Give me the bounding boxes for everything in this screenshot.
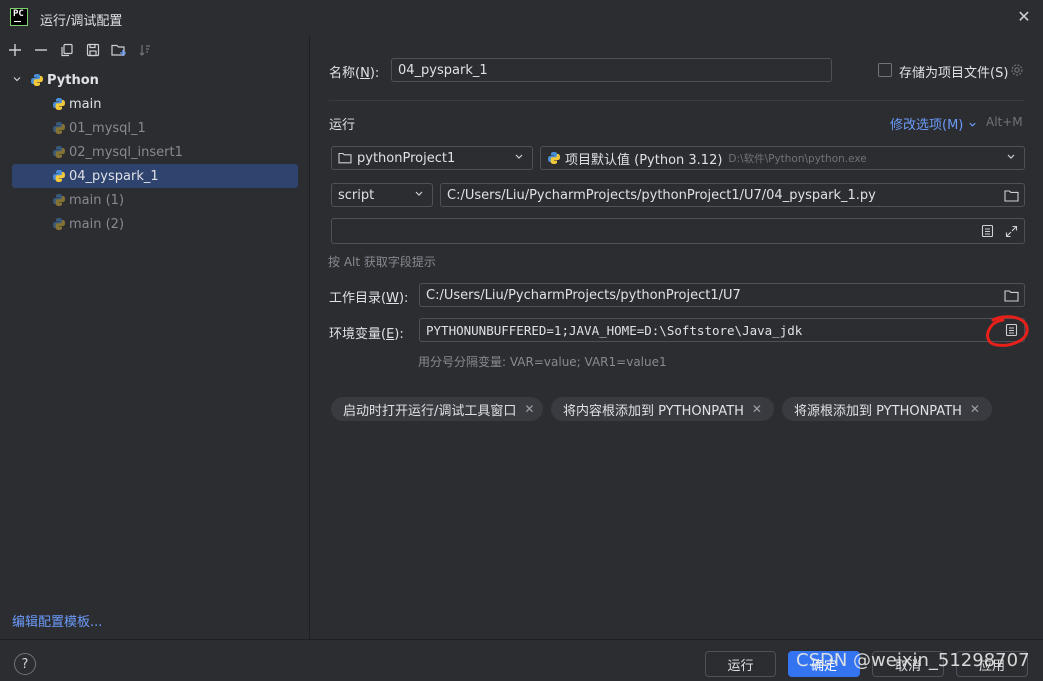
chip-label: 将源根添加到 PYTHONPATH <box>794 403 962 419</box>
gear-icon[interactable] <box>1008 61 1026 79</box>
tree-root-label: Python <box>47 72 99 88</box>
remove-icon[interactable] <box>30 39 52 61</box>
workdir-value: C:/Users/Liu/PycharmProjects/pythonProje… <box>426 287 741 303</box>
run-section-title: 运行 <box>329 118 356 133</box>
chevron-down-icon[interactable] <box>12 74 26 87</box>
name-input[interactable]: 04_pyspark_1 <box>391 58 832 82</box>
edit-templates-link[interactable]: 编辑配置模板... <box>12 611 102 630</box>
script-type-value: script <box>338 187 375 203</box>
script-path-value: C:/Users/Liu/PycharmProjects/pythonProje… <box>447 187 876 203</box>
chevron-down-icon <box>414 189 424 202</box>
new-folder-icon[interactable] <box>108 39 130 61</box>
tree-item-main[interactable]: main <box>52 92 298 116</box>
interpreter-path: D:\软件\Python\python.exe <box>728 152 867 165</box>
python-icon <box>53 146 65 158</box>
python-icon <box>31 74 43 86</box>
interpreter-value: 项目默认值 (Python 3.12) <box>565 152 723 168</box>
tree-item-main-2[interactable]: main (2) <box>52 212 298 236</box>
title-bar: PC 运行/调试配置 ✕ <box>0 0 1043 36</box>
python-icon <box>53 170 65 182</box>
name-label: 名称(N): <box>329 66 380 81</box>
tree-item-01-mysql-1[interactable]: 01_mysql_1 <box>52 116 298 140</box>
script-path-input[interactable]: C:/Users/Liu/PycharmProjects/pythonProje… <box>440 183 1025 207</box>
chip-add-source-roots[interactable]: 将源根添加到 PYTHONPATH ✕ <box>782 397 992 421</box>
browse-folder-icon[interactable] <box>1002 286 1020 304</box>
tree-item-02-mysql-insert1[interactable]: 02_mysql_insert1 <box>52 140 298 164</box>
tree-item-label: main (1) <box>69 192 125 208</box>
project-dropdown-value: pythonProject1 <box>357 150 456 166</box>
python-icon <box>548 152 560 164</box>
config-toolbar <box>0 36 309 64</box>
tree-item-label: 04_pyspark_1 <box>69 168 159 184</box>
remove-chip-icon[interactable]: ✕ <box>752 402 762 416</box>
modify-options-link[interactable]: 修改选项(M) <box>890 114 977 133</box>
tree-item-04-pyspark-1[interactable]: 04_pyspark_1 <box>12 164 298 188</box>
tree-item-label: main (2) <box>69 216 125 232</box>
env-hint: 用分号分隔变量: VAR=value; VAR1=value1 <box>418 355 667 369</box>
store-as-project-label[interactable]: 存储为项目文件(S) <box>899 62 1008 81</box>
tree-item-label: 01_mysql_1 <box>69 120 146 136</box>
python-icon <box>53 122 65 134</box>
run-button[interactable]: 运行 <box>705 651 776 677</box>
config-form: 名称(N): 04_pyspark_1 存储为项目文件(S) 运行 修改选项(M… <box>311 36 1043 639</box>
copy-icon[interactable] <box>56 39 78 61</box>
pycharm-logo-icon: PC <box>10 8 28 26</box>
modify-options-shortcut: Alt+M <box>986 115 1023 129</box>
add-icon[interactable] <box>4 39 26 61</box>
list-icon[interactable] <box>978 222 996 240</box>
chip-add-content-roots[interactable]: 将内容根添加到 PYTHONPATH ✕ <box>551 397 774 421</box>
window-title: 运行/调试配置 <box>40 14 123 29</box>
script-type-dropdown[interactable]: script <box>331 183 433 207</box>
divider <box>329 100 1025 101</box>
store-as-project-checkbox[interactable] <box>878 63 892 77</box>
env-vars-input[interactable]: PYTHONUNBUFFERED=1;JAVA_HOME=D:\Softstor… <box>419 318 1025 342</box>
expand-icon[interactable] <box>1002 222 1020 240</box>
python-icon <box>53 98 65 110</box>
workdir-input[interactable]: C:/Users/Liu/PycharmProjects/pythonProje… <box>419 283 1025 307</box>
project-dropdown[interactable]: pythonProject1 <box>331 146 533 170</box>
red-annotation-circle <box>986 315 1029 347</box>
chevron-down-icon <box>1006 152 1016 165</box>
python-icon <box>53 194 65 206</box>
save-icon[interactable] <box>82 39 104 61</box>
csdn-watermark: CSDN @weixin_51298707 <box>796 650 1030 671</box>
tree-item-main-1[interactable]: main (1) <box>52 188 298 212</box>
python-icon <box>53 218 65 230</box>
interpreter-dropdown[interactable]: 项目默认值 (Python 3.12) D:\软件\Python\python.… <box>540 146 1025 170</box>
close-icon[interactable]: ✕ <box>1015 8 1033 26</box>
tree-item-label: main <box>69 96 102 112</box>
remove-chip-icon[interactable]: ✕ <box>524 402 534 416</box>
help-button[interactable]: ? <box>14 653 36 675</box>
chip-label: 启动时打开运行/调试工具窗口 <box>343 403 517 419</box>
browse-folder-icon[interactable] <box>1002 186 1020 204</box>
tree-item-label: 02_mysql_insert1 <box>69 144 183 160</box>
env-label: 环境变量(E): <box>329 327 404 342</box>
tree-root-python[interactable]: Python <box>12 68 298 92</box>
env-vars-value: PYTHONUNBUFFERED=1;JAVA_HOME=D:\Softstor… <box>426 322 803 338</box>
script-parameters-input[interactable] <box>331 218 1025 244</box>
workdir-label: 工作目录(W): <box>329 291 409 306</box>
chip-open-run-window[interactable]: 启动时打开运行/调试工具窗口 ✕ <box>331 397 543 421</box>
chip-label: 将内容根添加到 PYTHONPATH <box>563 403 744 419</box>
chevron-down-icon <box>514 152 524 165</box>
folder-icon <box>338 152 352 164</box>
config-tree-pane: Python main 01_mysql_1 02_mysql_insert1 … <box>0 36 310 639</box>
sort-icon[interactable] <box>134 39 156 61</box>
alt-hint: 按 Alt 获取字段提示 <box>328 255 436 269</box>
remove-chip-icon[interactable]: ✕ <box>970 402 980 416</box>
